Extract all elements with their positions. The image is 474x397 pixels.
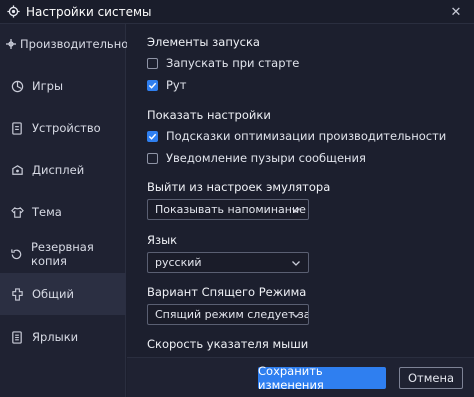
display-icon — [10, 163, 24, 177]
games-icon — [10, 79, 24, 93]
save-button[interactable]: Сохранить изменения — [258, 364, 386, 392]
checkmark-icon — [148, 82, 157, 89]
sidebar-item-backup[interactable]: Резервная копия — [0, 234, 126, 274]
title-bar: Настройки системы ✕ — [0, 0, 474, 24]
sleep-mode-heading: Вариант Спящего Режима — [147, 285, 307, 299]
chevron-down-icon — [292, 313, 300, 318]
sidebar-item-label: Тема — [32, 205, 62, 219]
sidebar-item-performance[interactable]: Производительность — [0, 24, 148, 64]
chevron-down-icon — [292, 261, 300, 266]
sidebar-item-label: Ярлыки — [32, 330, 79, 344]
sidebar-item-label: Дисплей — [32, 163, 85, 177]
backup-icon — [10, 247, 23, 261]
language-select[interactable]: русский — [147, 252, 309, 273]
shortcuts-icon — [10, 330, 24, 344]
settings-panel: Элементы запуска Запускать при старте Ру… — [127, 24, 474, 357]
sidebar-item-label: Резервная копия — [31, 240, 94, 268]
settings-gear-icon — [6, 5, 20, 19]
sidebar-item-label: Игры — [32, 79, 64, 93]
sidebar: Производительность Игры Устройство Диспл… — [0, 24, 148, 397]
cancel-button[interactable]: Отмена — [399, 367, 463, 389]
bubble-notify-option[interactable]: Уведомление пузыри сообщения — [147, 151, 366, 165]
exit-emulator-select[interactable]: Показывать напоминание — [147, 199, 309, 220]
exit-emulator-value: Показывать напоминание — [155, 203, 306, 216]
root-option[interactable]: Рут — [147, 78, 186, 92]
launch-at-startup-label: Запускать при старте — [166, 56, 300, 70]
footer-bar: Сохранить изменения Отмена — [127, 357, 474, 397]
pointer-speed-heading: Скорость указателя мыши — [147, 337, 309, 351]
window-title: Настройки системы — [26, 4, 152, 19]
sidebar-item-label: Устройство — [32, 121, 101, 135]
launch-at-startup-checkbox[interactable] — [147, 57, 158, 69]
language-heading: Язык — [147, 233, 178, 247]
language-value: русский — [155, 256, 202, 269]
sidebar-item-label: Общий — [32, 287, 74, 301]
exit-emulator-heading: Выйти из настроек эмулятора — [147, 180, 331, 194]
close-icon: ✕ — [450, 4, 462, 20]
sleep-mode-select[interactable]: Спящий режим следует за сист — [147, 304, 309, 325]
close-button[interactable]: ✕ — [446, 2, 466, 22]
checkmark-icon — [148, 133, 157, 140]
startup-heading: Элементы запуска — [147, 35, 260, 49]
theme-icon — [10, 205, 24, 219]
root-checkbox[interactable] — [147, 79, 158, 91]
show-settings-heading: Показать настройки — [147, 108, 271, 122]
perf-tips-checkbox[interactable] — [147, 130, 158, 142]
sidebar-item-display[interactable]: Дисплей — [0, 150, 126, 190]
root-label: Рут — [166, 78, 187, 92]
sidebar-item-games[interactable]: Игры — [0, 66, 126, 106]
performance-icon — [5, 37, 17, 51]
bubble-notify-checkbox[interactable] — [147, 152, 158, 164]
bubble-notify-label: Уведомление пузыри сообщения — [166, 151, 366, 165]
sidebar-item-general[interactable]: Общий — [0, 273, 126, 315]
chevron-down-icon — [292, 208, 300, 213]
device-icon — [10, 121, 24, 135]
perf-tips-option[interactable]: Подсказки оптимизации производительности — [147, 129, 446, 143]
sleep-mode-value: Спящий режим следует за сист — [155, 308, 308, 321]
launch-at-startup-option[interactable]: Запускать при старте — [147, 56, 299, 70]
sidebar-item-shortcuts[interactable]: Ярлыки — [0, 317, 126, 357]
sidebar-item-device[interactable]: Устройство — [0, 108, 126, 148]
sidebar-item-theme[interactable]: Тема — [0, 192, 126, 232]
perf-tips-label: Подсказки оптимизации производительности — [166, 129, 447, 143]
general-icon — [10, 287, 24, 301]
